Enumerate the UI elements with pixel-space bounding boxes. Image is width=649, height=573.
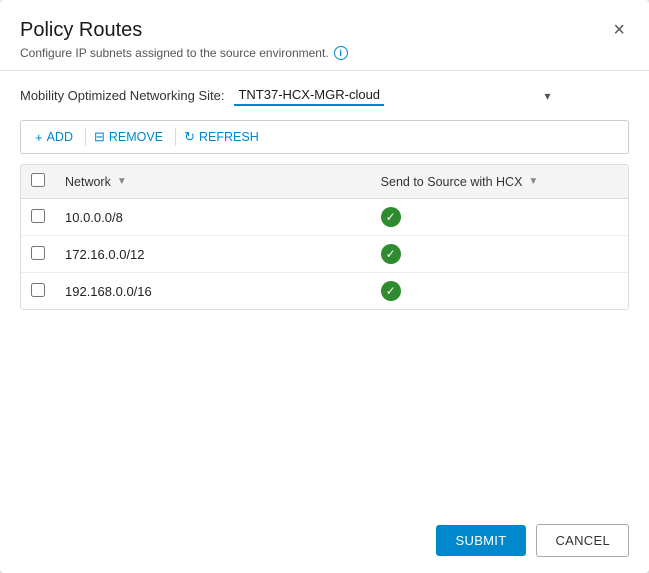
row-checkbox-2[interactable] xyxy=(31,283,45,297)
add-label: ADD xyxy=(47,130,73,144)
row-network-2: 192.168.0.0/16 xyxy=(55,273,371,310)
table-wrapper: Network ▼ Send to Source with HCX ▼ xyxy=(20,164,629,310)
add-button[interactable]: + ADD xyxy=(31,128,81,147)
table-row: 192.168.0.0/16 ✓ xyxy=(21,273,628,310)
send-check-icon-0: ✓ xyxy=(381,207,401,227)
row-send-2: ✓ xyxy=(371,273,628,310)
info-icon[interactable]: i xyxy=(334,46,348,60)
cancel-button[interactable]: CANCEL xyxy=(536,524,629,557)
row-send-1: ✓ xyxy=(371,236,628,273)
send-col-label: Send to Source with HCX xyxy=(381,175,523,189)
policy-routes-dialog: Policy Routes × Configure IP subnets ass… xyxy=(0,0,649,573)
close-button[interactable]: × xyxy=(609,18,629,42)
table-header-row: Network ▼ Send to Source with HCX ▼ xyxy=(21,165,628,199)
row-checkbox-cell xyxy=(21,273,55,310)
toolbar: + ADD ⊟ REMOVE ↻ REFRESH xyxy=(20,120,629,154)
refresh-label: REFRESH xyxy=(199,130,259,144)
table-row: 10.0.0.0/8 ✓ xyxy=(21,199,628,236)
dialog-subtitle: Configure IP subnets assigned to the sou… xyxy=(20,46,629,60)
refresh-button[interactable]: ↻ REFRESH xyxy=(180,127,267,147)
refresh-icon: ↻ xyxy=(184,129,195,145)
network-filter-icon[interactable]: ▼ xyxy=(117,176,127,187)
send-check-icon-2: ✓ xyxy=(381,281,401,301)
add-icon: + xyxy=(35,130,43,145)
subtitle-text: Configure IP subnets assigned to the sou… xyxy=(20,46,329,60)
dialog-footer: SUBMIT CANCEL xyxy=(0,508,649,573)
row-checkbox-1[interactable] xyxy=(31,246,45,260)
dialog-header: Policy Routes × Configure IP subnets ass… xyxy=(0,0,649,71)
remove-icon: ⊟ xyxy=(94,129,105,145)
row-checkbox-cell xyxy=(21,236,55,273)
site-row: Mobility Optimized Networking Site: TNT3… xyxy=(20,85,629,106)
site-select[interactable]: TNT37-HCX-MGR-cloud xyxy=(234,85,384,106)
header-checkbox-cell xyxy=(21,165,55,199)
row-send-0: ✓ xyxy=(371,199,628,236)
table-body: 10.0.0.0/8 ✓ 172.16.0.0/12 ✓ 192.168.0.0/16 ✓ xyxy=(21,199,628,310)
site-select-wrapper: TNT37-HCX-MGR-cloud xyxy=(234,85,554,106)
site-label: Mobility Optimized Networking Site: xyxy=(20,88,224,103)
send-check-icon-1: ✓ xyxy=(381,244,401,264)
header-checkbox[interactable] xyxy=(31,173,45,187)
remove-label: REMOVE xyxy=(109,130,163,144)
header-network: Network ▼ xyxy=(55,165,371,199)
dialog-body: Mobility Optimized Networking Site: TNT3… xyxy=(0,71,649,508)
dialog-title: Policy Routes xyxy=(20,19,142,42)
network-col-label: Network xyxy=(65,175,111,189)
send-filter-icon[interactable]: ▼ xyxy=(528,176,538,187)
header-send: Send to Source with HCX ▼ xyxy=(371,165,628,199)
toolbar-divider-2 xyxy=(175,128,176,146)
row-network-0: 10.0.0.0/8 xyxy=(55,199,371,236)
row-checkbox-0[interactable] xyxy=(31,209,45,223)
toolbar-divider-1 xyxy=(85,128,86,146)
row-network-1: 172.16.0.0/12 xyxy=(55,236,371,273)
policy-routes-table: Network ▼ Send to Source with HCX ▼ xyxy=(21,165,628,309)
table-row: 172.16.0.0/12 ✓ xyxy=(21,236,628,273)
submit-button[interactable]: SUBMIT xyxy=(436,525,527,556)
row-checkbox-cell xyxy=(21,199,55,236)
remove-button[interactable]: ⊟ REMOVE xyxy=(90,127,171,147)
